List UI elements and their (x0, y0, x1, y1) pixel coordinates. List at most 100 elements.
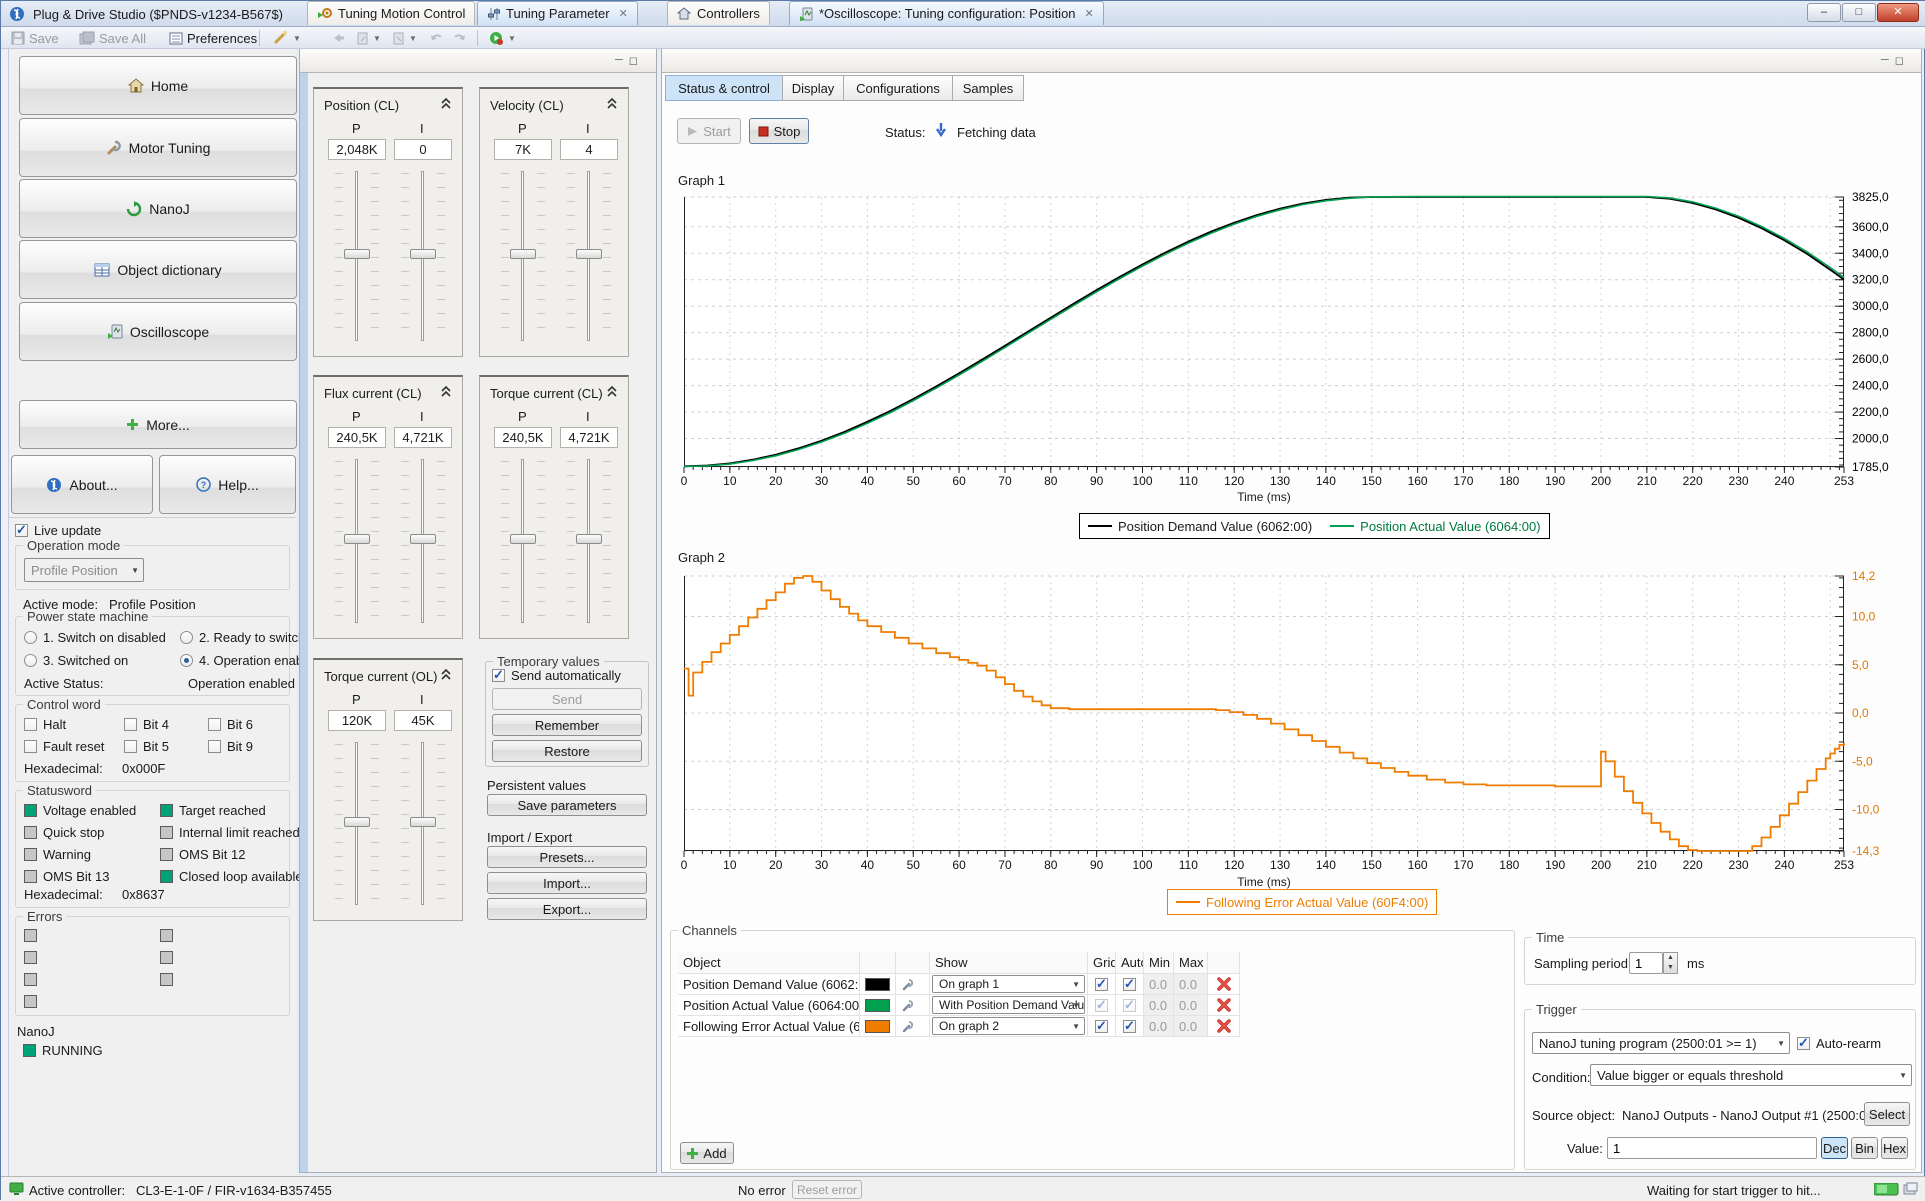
minimize-pane-icon[interactable]: ─ (615, 54, 623, 67)
start-button[interactable]: Start (677, 118, 741, 144)
operation-mode-select[interactable]: Profile Position (24, 558, 144, 582)
channel-grid-checkbox[interactable] (1088, 995, 1116, 1016)
import-button[interactable]: Import... (487, 872, 647, 894)
sidebar-item-nanoj[interactable]: NanoJ (19, 179, 297, 238)
restore-button[interactable]: Restore (492, 740, 642, 762)
sidebar-item-more[interactable]: More... (19, 400, 297, 449)
channel-color-button[interactable] (860, 995, 896, 1016)
i-slider[interactable] (399, 742, 447, 905)
collapse-chevron-icon[interactable] (440, 97, 452, 112)
channel-show-select[interactable]: With Position Demand Value (606 (930, 995, 1088, 1016)
bit6-checkbox[interactable]: Bit 6 (208, 717, 253, 732)
radio-switch-on-disabled[interactable]: 1. Switch on disabled (24, 630, 166, 645)
sidebar-item-oscilloscope[interactable]: Oscilloscope (19, 302, 297, 361)
channel-delete-button[interactable] (1208, 1016, 1240, 1037)
tab-configurations[interactable]: Configurations (843, 75, 953, 101)
collapse-chevron-icon[interactable] (606, 97, 618, 112)
channel-grid-checkbox[interactable] (1088, 974, 1116, 995)
slider-handle[interactable] (344, 534, 370, 545)
save-button[interactable]: Save (11, 29, 59, 47)
close-tab-icon[interactable]: ✕ (1085, 7, 1094, 20)
wand-tool-button[interactable]: ▼ (273, 29, 301, 47)
hex-toggle-button[interactable]: Hex (1881, 1137, 1908, 1159)
i-value-input[interactable]: 45K (394, 710, 452, 731)
maximize-button[interactable]: □ (1842, 3, 1876, 22)
select-source-button[interactable]: Select (1864, 1102, 1910, 1126)
channel-style-button[interactable] (896, 974, 930, 995)
p-slider[interactable] (333, 742, 381, 905)
bit5-checkbox[interactable]: Bit 5 (124, 739, 169, 754)
export-button[interactable]: Export... (487, 898, 647, 920)
slider-handle[interactable] (410, 534, 436, 545)
p-slider[interactable] (499, 171, 547, 341)
preferences-button[interactable]: Preferences (169, 29, 257, 47)
slider-handle[interactable] (576, 534, 602, 545)
back-button[interactable] (331, 29, 345, 47)
halt-checkbox[interactable]: Halt (24, 717, 66, 732)
live-update-checkbox[interactable]: Live update (15, 522, 101, 538)
reset-error-button[interactable]: Reset error (792, 1180, 862, 1199)
collapse-chevron-icon[interactable] (440, 385, 452, 400)
slider-handle[interactable] (410, 249, 436, 260)
auto-rearm-checkbox[interactable]: Auto-rearm (1797, 1035, 1881, 1051)
close-tab-icon[interactable]: ✕ (619, 7, 628, 20)
presets-button[interactable]: Presets... (487, 846, 647, 868)
channel-auto-checkbox[interactable] (1116, 995, 1144, 1016)
p-value-input[interactable]: 7K (494, 139, 552, 160)
slider-handle[interactable] (510, 249, 536, 260)
i-value-input[interactable]: 4 (560, 139, 618, 160)
bit9-checkbox[interactable]: Bit 9 (208, 739, 253, 754)
tab-display[interactable]: Display (782, 75, 844, 101)
tab-tuning-motion-control[interactable]: Tuning Motion Control (307, 1, 476, 25)
bin-toggle-button[interactable]: Bin (1851, 1137, 1878, 1159)
channel-color-button[interactable] (860, 1016, 896, 1037)
save-all-button[interactable]: Save All (79, 29, 146, 47)
p-slider[interactable] (499, 459, 547, 623)
channel-style-button[interactable] (896, 1016, 930, 1037)
i-slider[interactable] (399, 459, 447, 623)
tab-tuning-parameter[interactable]: Tuning Parameter ✕ (477, 1, 638, 25)
trigger-program-select[interactable]: NanoJ tuning program (2500:01 >= 1) (1532, 1032, 1790, 1054)
channel-show-select[interactable]: On graph 2 (930, 1016, 1088, 1037)
maximize-pane-icon[interactable]: ◻ (629, 54, 638, 67)
collapse-chevron-icon[interactable] (606, 385, 618, 400)
slider-handle[interactable] (344, 249, 370, 260)
slider-handle[interactable] (410, 816, 436, 827)
i-slider[interactable] (565, 459, 613, 623)
about-button[interactable]: About... (11, 455, 153, 514)
p-value-input[interactable]: 120K (328, 710, 386, 731)
redo-button[interactable] (453, 29, 467, 47)
tab-controllers[interactable]: Controllers (667, 1, 770, 25)
slider-handle[interactable] (344, 816, 370, 827)
next-annotation-button[interactable]: ▼ (393, 29, 417, 47)
sampling-period-input[interactable] (1629, 952, 1663, 974)
save-parameters-button[interactable]: Save parameters (487, 794, 647, 816)
sampling-spinner[interactable]: ▲ ▼ (1663, 952, 1678, 974)
sidebar-item-home[interactable]: Home (19, 56, 297, 115)
channel-grid-checkbox[interactable] (1088, 1016, 1116, 1037)
show-dropdown[interactable]: On graph 1 (932, 975, 1085, 993)
i-value-input[interactable]: 4,721K (394, 427, 452, 448)
maximize-pane-icon[interactable]: ◻ (1895, 54, 1904, 67)
close-button[interactable]: ✕ (1877, 3, 1919, 22)
radio-switched-on[interactable]: 3. Switched on (24, 653, 128, 668)
slider-handle[interactable] (576, 249, 602, 260)
minimize-pane-icon[interactable]: ─ (1881, 54, 1889, 67)
channel-auto-checkbox[interactable] (1116, 974, 1144, 995)
bit4-checkbox[interactable]: Bit 4 (124, 717, 169, 732)
sidebar-item-motor-tuning[interactable]: Motor Tuning (19, 118, 297, 177)
trigger-value-input[interactable] (1607, 1137, 1817, 1159)
minimize-button[interactable]: – (1807, 3, 1841, 22)
dec-toggle-button[interactable]: Dec (1821, 1137, 1848, 1159)
channel-delete-button[interactable] (1208, 974, 1240, 995)
tab-oscilloscope[interactable]: *Oscilloscope: Tuning configuration: Pos… (789, 1, 1104, 25)
i-value-input[interactable]: 0 (394, 139, 452, 160)
collapsed-panel-strip[interactable] (1, 49, 9, 1176)
p-value-input[interactable]: 240,5K (494, 427, 552, 448)
condition-select[interactable]: Value bigger or equals threshold (1590, 1064, 1912, 1086)
send-automatically-checkbox[interactable]: Send automatically (492, 667, 621, 683)
remember-button[interactable]: Remember (492, 714, 642, 736)
osc-pane-buttons[interactable]: ─ ◻ (1881, 54, 1904, 67)
p-slider[interactable] (333, 171, 381, 341)
sidebar-item-object-dictionary[interactable]: Object dictionary (19, 240, 297, 299)
